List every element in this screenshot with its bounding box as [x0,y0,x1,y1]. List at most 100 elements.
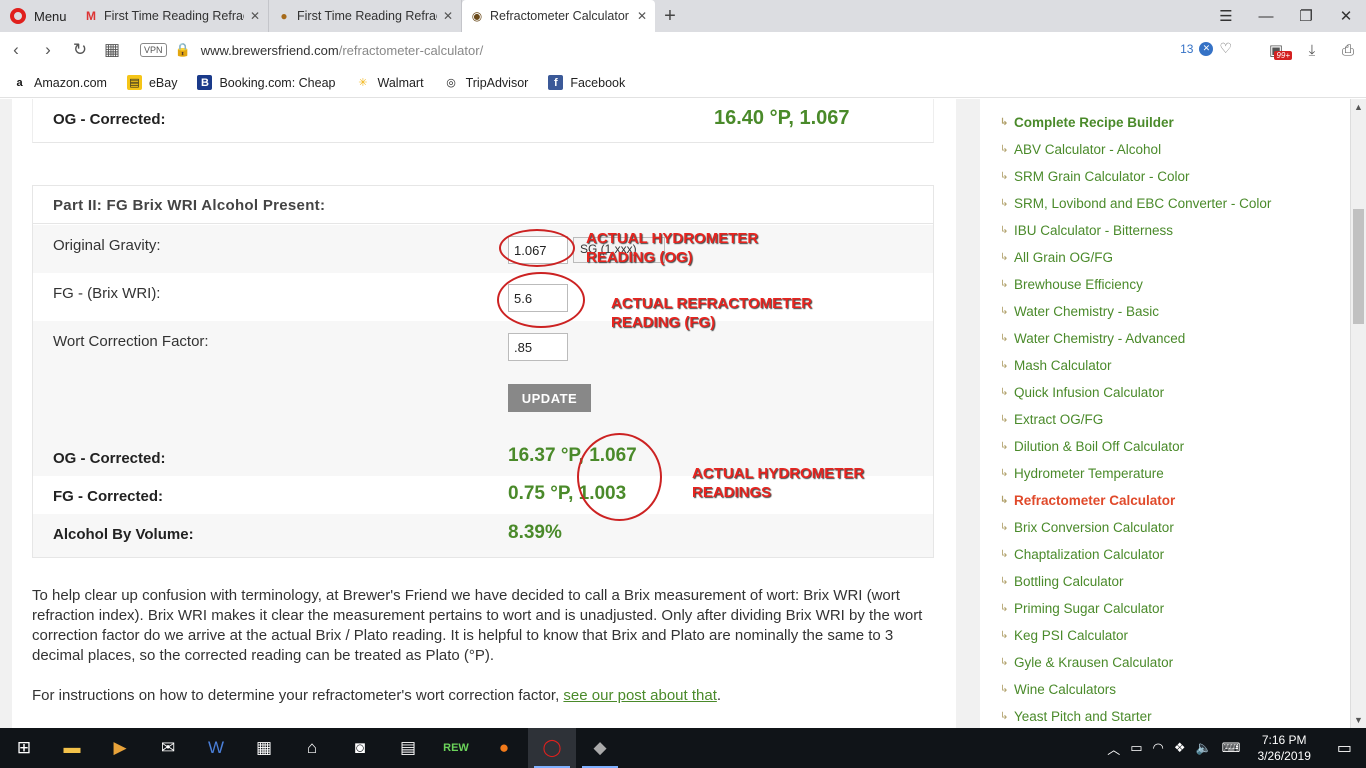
see-post-link[interactable]: see our post about that [563,687,716,704]
sidebar-item[interactable]: ↳ IBU Calculator - Bitterness [1000,217,1271,244]
media-player-icon[interactable]: ▶ [96,728,144,768]
adblock-icon[interactable]: ✕ [1199,41,1214,56]
sidebar-item-label: SRM Grain Calculator - Color [1014,169,1190,184]
dropbox-icon[interactable]: ❖ [1169,740,1191,756]
file-explorer-icon[interactable]: ▬ [48,728,96,768]
volume-icon[interactable]: 🔈 [1191,740,1217,756]
sidebar-item[interactable]: ↳ SRM, Lovibond and EBC Converter - Color [1000,190,1271,217]
scroll-up-icon[interactable]: ▲ [1351,99,1366,115]
scroll-thumb[interactable] [1353,209,1364,324]
tab-refractometer[interactable]: ◉ Refractometer Calculator - B ✕ [462,0,655,32]
minimize-icon[interactable]: — [1246,0,1286,32]
clock[interactable]: 7:16 PM 3/26/2019 [1245,732,1322,764]
bookmark-facebook[interactable]: f Facebook [548,75,625,90]
part1-og-label: OG - Corrected: [53,111,166,128]
bookmark-amazon[interactable]: a Amazon.com [12,75,107,90]
sidebar-item[interactable]: ↳ Chaptalization Calculator [1000,541,1271,568]
tab-gmail[interactable]: M First Time Reading Refractor ✕ [76,0,269,32]
sidebar-item-label: Dilution & Boil Off Calculator [1014,439,1185,454]
scroll-down-icon[interactable]: ▼ [1351,712,1366,728]
sidebar-item[interactable]: ↳ All Grain OG/FG [1000,244,1271,271]
store-icon[interactable]: ⌂ [288,728,336,768]
sidebar-item[interactable]: ↳ Mash Calculator [1000,352,1271,379]
update-button[interactable]: UPDATE [508,384,591,412]
back-icon[interactable]: ‹ [0,32,32,68]
windows-start-icon[interactable]: ⊞ [0,728,48,768]
battery-icon[interactable]: ▭ [1125,740,1147,756]
bookmark-label: Amazon.com [34,75,107,90]
wifi-icon[interactable]: ◠ [1148,740,1169,756]
mail-icon[interactable]: ✉ [144,728,192,768]
annotation-line: READINGS [692,484,772,501]
wcf-input[interactable] [508,333,568,361]
sidebar-item[interactable]: ↳ Water Chemistry - Advanced [1000,325,1271,352]
tab-close-icon[interactable]: ✕ [443,9,453,23]
sidebar-item-label: ABV Calculator - Alcohol [1014,142,1162,157]
tray-chevron-icon[interactable]: ︿ [1102,739,1125,758]
sidebar-item[interactable]: ↳ Complete Recipe Builder [1000,109,1271,136]
lock-icon[interactable]: 🔒 [175,42,191,58]
close-window-icon[interactable]: ✕ [1326,0,1366,32]
tab-close-icon[interactable]: ✕ [250,9,260,23]
word-icon[interactable]: W [192,728,240,768]
sidebar-item[interactable]: ↳ Extract OG/FG [1000,406,1271,433]
main-content: OG - Corrected: 16.40 °P, 1.067 Part II:… [12,99,956,728]
sidebar-item[interactable]: ↳ Wine Calculators [1000,676,1271,703]
keyboard-icon[interactable]: ⌨ [1217,740,1246,756]
snapshot-icon[interactable]: ⎙ [1330,42,1366,59]
sidebar-item[interactable]: ↳ Dilution & Boil Off Calculator [1000,433,1271,460]
bookmark-heart-icon[interactable]: ♡ [1219,40,1232,57]
firefox-icon[interactable]: ● [480,728,528,768]
sidebar-item[interactable]: ↳ Priming Sugar Calculator [1000,595,1271,622]
new-tab-button[interactable]: + [655,0,685,32]
sidebar-item[interactable]: ↳ Yeast Pitch and Starter [1000,703,1271,728]
extension-icon[interactable]: ▣99+ [1258,41,1294,60]
vpn-badge[interactable]: VPN [140,43,167,57]
sidebar-item[interactable]: ↳ Hydrometer Temperature [1000,460,1271,487]
sidebar-item-label: All Grain OG/FG [1014,250,1114,265]
annotation-refractometer-fg: ACTUAL REFRACTOMETER READING (FG) [611,294,812,332]
download-icon[interactable]: ⤓ [1294,42,1330,59]
tab-menu-icon[interactable]: ☰ [1206,0,1246,32]
calculator-icon[interactable]: ▤ [384,728,432,768]
reload-icon[interactable]: ↻ [64,32,96,68]
app-taskbar-icon[interactable]: ◆ [576,728,624,768]
tab-forum[interactable]: ● First Time Reading Refractor ✕ [269,0,462,32]
part2-title: Part II: FG Brix WRI Alcohol Present: [33,186,933,224]
menu-label: Menu [34,8,67,24]
url-field[interactable]: VPN 🔒 www.brewersfriend.com /refractomet… [140,37,1240,63]
calendar-icon[interactable]: ▦ [240,728,288,768]
bookmark-label: TripAdvisor [465,75,529,90]
bookmark-walmart[interactable]: ✳ Walmart [356,75,423,90]
arrow-icon: ↳ [1000,630,1009,641]
maximize-icon[interactable]: ❐ [1286,0,1326,32]
tab-close-icon[interactable]: ✕ [637,9,647,23]
rew-app-icon[interactable]: REW [432,728,480,768]
sidebar-item[interactable]: ↳ Brewhouse Efficiency [1000,271,1271,298]
arrow-icon: ↳ [1000,279,1009,290]
page-scrollbar[interactable]: ▲ ▼ [1350,99,1366,728]
facebook-icon: f [548,75,564,90]
sidebar-item[interactable]: ↳ Brix Conversion Calculator [1000,514,1271,541]
part1-og-value: 16.40 °P, 1.067 [714,107,850,129]
notifications-icon[interactable]: ▭ [1323,738,1366,758]
sidebar-item[interactable]: ↳ SRM Grain Calculator - Color [1000,163,1271,190]
bookmark-tripadvisor[interactable]: ◎ TripAdvisor [444,75,529,90]
sidebar-item[interactable]: ↳ Gyle & Krausen Calculator [1000,649,1271,676]
arrow-icon: ↳ [1000,252,1009,263]
sidebar-item[interactable]: ↳ Bottling Calculator [1000,568,1271,595]
opera-taskbar-icon[interactable]: ◯ [528,728,576,768]
annotation-circle-results [577,433,662,521]
sidebar-item[interactable]: ↳ Keg PSI Calculator [1000,622,1271,649]
sidebar-item[interactable]: ↳ ABV Calculator - Alcohol [1000,136,1271,163]
annotation-line: ACTUAL HYDROMETER [586,230,759,247]
sidebar-item[interactable]: ↳ Water Chemistry - Basic [1000,298,1271,325]
bookmark-booking[interactable]: B Booking.com: Cheap [197,75,336,90]
forward-icon[interactable]: › [32,32,64,68]
speed-dial-icon[interactable]: ▦ [96,32,128,68]
opera-menu-button[interactable]: Menu [0,0,76,32]
bookmark-ebay[interactable]: ▤ eBay [126,75,177,90]
camera-icon[interactable]: ◙ [336,728,384,768]
sidebar-item[interactable]: ↳ Quick Infusion Calculator [1000,379,1271,406]
sidebar-item[interactable]: ↳ Refractometer Calculator [1000,487,1271,514]
